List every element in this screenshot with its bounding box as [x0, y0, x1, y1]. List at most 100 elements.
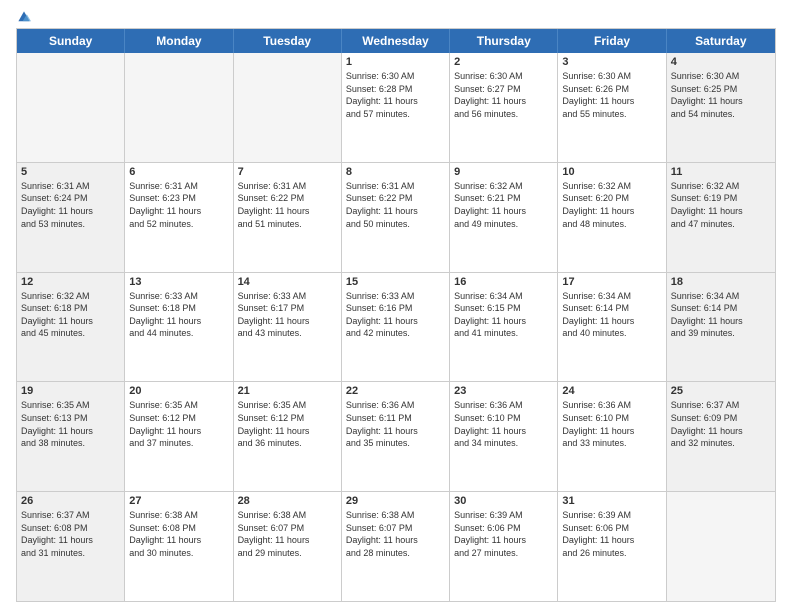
- calendar-cell: 3Sunrise: 6:30 AMSunset: 6:26 PMDaylight…: [558, 53, 666, 162]
- day-number: 21: [238, 385, 337, 397]
- calendar-cell: 2 Sunrise: 6:30 AMSunset: 6:27 PMDaylight…: [450, 53, 558, 162]
- calendar-cell: 26 Sunrise: 6:37 AMSunset: 6:08 PMDayligh…: [17, 492, 125, 601]
- cell-info: Sunrise: 6:35 AMSunset: 6:12 PMDaylight:…: [238, 399, 337, 449]
- cell-info: Sunrise: 6:32 AMSunset: 6:20 PMDaylight:…: [562, 180, 661, 230]
- cell-info: Sunrise: 6:36 AMSunset: 6:10 PMDaylight:…: [562, 399, 661, 449]
- page: SundayMondayTuesdayWednesdayThursdayFrid…: [0, 0, 792, 612]
- day-number: 7: [238, 166, 337, 178]
- calendar-cell: 1 Sunrise: 6:30 AMSunset: 6:28 PMDaylight…: [342, 53, 450, 162]
- cell-info: Sunrise: 6:34 AMSunset: 6:14 PMDaylight:…: [671, 290, 771, 340]
- calendar-cell: 4Sunrise: 6:30 AMSunset: 6:25 PMDaylight…: [667, 53, 775, 162]
- day-number: 19: [21, 385, 120, 397]
- day-number: 1: [346, 56, 445, 68]
- calendar-row: 12 Sunrise: 6:32 AMSunset: 6:18 PMDayligh…: [17, 273, 775, 383]
- calendar-row: 26 Sunrise: 6:37 AMSunset: 6:08 PMDayligh…: [17, 492, 775, 601]
- cell-info: Sunrise: 6:30 AMSunset: 6:25 PMDaylight:…: [671, 70, 771, 120]
- day-number: 5: [21, 166, 120, 178]
- calendar-header-cell: Saturday: [667, 29, 775, 53]
- day-number: 14: [238, 276, 337, 288]
- cell-info: Sunrise: 6:30 AMSunset: 6:27 PMDaylight:…: [454, 70, 553, 120]
- calendar-cell: 14 Sunrise: 6:33 AMSunset: 6:17 PMDayligh…: [234, 273, 342, 382]
- cell-info: Sunrise: 6:39 AMSunset: 6:06 PMDaylight:…: [562, 509, 661, 559]
- cell-info: Sunrise: 6:36 AMSunset: 6:11 PMDaylight:…: [346, 399, 445, 449]
- day-number: 11: [671, 166, 771, 178]
- cell-info: Sunrise: 6:30 AMSunset: 6:28 PMDaylight:…: [346, 70, 445, 120]
- day-number: 17: [562, 276, 661, 288]
- calendar-cell: 17 Sunrise: 6:34 AMSunset: 6:14 PMDayligh…: [558, 273, 666, 382]
- calendar-cell: 22 Sunrise: 6:36 AMSunset: 6:11 PMDayligh…: [342, 382, 450, 491]
- day-number: 20: [129, 385, 228, 397]
- calendar-cell: 10 Sunrise: 6:32 AMSunset: 6:20 PMDayligh…: [558, 163, 666, 272]
- calendar-header-cell: Friday: [558, 29, 666, 53]
- calendar-header-row: SundayMondayTuesdayWednesdayThursdayFrid…: [17, 29, 775, 53]
- cell-info: Sunrise: 6:38 AMSunset: 6:08 PMDaylight:…: [129, 509, 228, 559]
- day-number: 25: [671, 385, 771, 397]
- cell-info: Sunrise: 6:32 AMSunset: 6:19 PMDaylight:…: [671, 180, 771, 230]
- cell-info: Sunrise: 6:34 AMSunset: 6:14 PMDaylight:…: [562, 290, 661, 340]
- calendar-cell: [17, 53, 125, 162]
- calendar-header-cell: Wednesday: [342, 29, 450, 53]
- day-number: 28: [238, 495, 337, 507]
- cell-info: Sunrise: 6:36 AMSunset: 6:10 PMDaylight:…: [454, 399, 553, 449]
- day-number: 13: [129, 276, 228, 288]
- cell-info: Sunrise: 6:35 AMSunset: 6:12 PMDaylight:…: [129, 399, 228, 449]
- cell-info: Sunrise: 6:34 AMSunset: 6:15 PMDaylight:…: [454, 290, 553, 340]
- day-number: 27: [129, 495, 228, 507]
- cell-info: Sunrise: 6:38 AMSunset: 6:07 PMDaylight:…: [238, 509, 337, 559]
- day-number: 26: [21, 495, 120, 507]
- cell-info: Sunrise: 6:38 AMSunset: 6:07 PMDaylight:…: [346, 509, 445, 559]
- calendar-cell: 20 Sunrise: 6:35 AMSunset: 6:12 PMDayligh…: [125, 382, 233, 491]
- calendar-row: 1 Sunrise: 6:30 AMSunset: 6:28 PMDaylight…: [17, 53, 775, 163]
- calendar-cell: 11 Sunrise: 6:32 AMSunset: 6:19 PMDayligh…: [667, 163, 775, 272]
- day-number: 23: [454, 385, 553, 397]
- day-number: 29: [346, 495, 445, 507]
- cell-info: Sunrise: 6:31 AMSunset: 6:22 PMDaylight:…: [238, 180, 337, 230]
- day-number: 18: [671, 276, 771, 288]
- calendar-cell: 12 Sunrise: 6:32 AMSunset: 6:18 PMDayligh…: [17, 273, 125, 382]
- day-number: 16: [454, 276, 553, 288]
- calendar-cell: 23 Sunrise: 6:36 AMSunset: 6:10 PMDayligh…: [450, 382, 558, 491]
- calendar-cell: 5 Sunrise: 6:31 AMSunset: 6:24 PMDaylight…: [17, 163, 125, 272]
- cell-info: Sunrise: 6:37 AMSunset: 6:08 PMDaylight:…: [21, 509, 120, 559]
- day-number: 30: [454, 495, 553, 507]
- calendar-cell: [125, 53, 233, 162]
- calendar-cell: 31 Sunrise: 6:39 AMSunset: 6:06 PMDayligh…: [558, 492, 666, 601]
- cell-info: Sunrise: 6:33 AMSunset: 6:17 PMDaylight:…: [238, 290, 337, 340]
- calendar-cell: 19Sunrise: 6:35 AMSunset: 6:13 PMDayligh…: [17, 382, 125, 491]
- logo-icon: [17, 10, 31, 24]
- day-number: 15: [346, 276, 445, 288]
- day-number: 12: [21, 276, 120, 288]
- calendar-cell: 7 Sunrise: 6:31 AMSunset: 6:22 PMDaylight…: [234, 163, 342, 272]
- cell-info: Sunrise: 6:31 AMSunset: 6:23 PMDaylight:…: [129, 180, 228, 230]
- calendar-cell: 27 Sunrise: 6:38 AMSunset: 6:08 PMDayligh…: [125, 492, 233, 601]
- calendar-row: 19Sunrise: 6:35 AMSunset: 6:13 PMDayligh…: [17, 382, 775, 492]
- cell-info: Sunrise: 6:39 AMSunset: 6:06 PMDaylight:…: [454, 509, 553, 559]
- calendar-row: 5 Sunrise: 6:31 AMSunset: 6:24 PMDaylight…: [17, 163, 775, 273]
- calendar-header-cell: Sunday: [17, 29, 125, 53]
- calendar-cell: 8Sunrise: 6:31 AMSunset: 6:22 PMDaylight…: [342, 163, 450, 272]
- day-number: 22: [346, 385, 445, 397]
- calendar-header-cell: Monday: [125, 29, 233, 53]
- calendar-cell: 25 Sunrise: 6:37 AMSunset: 6:09 PMDayligh…: [667, 382, 775, 491]
- calendar-cell: 21 Sunrise: 6:35 AMSunset: 6:12 PMDayligh…: [234, 382, 342, 491]
- calendar-cell: 29 Sunrise: 6:38 AMSunset: 6:07 PMDayligh…: [342, 492, 450, 601]
- calendar-header-cell: Thursday: [450, 29, 558, 53]
- day-number: 2: [454, 56, 553, 68]
- cell-info: Sunrise: 6:31 AMSunset: 6:22 PMDaylight:…: [346, 180, 445, 230]
- calendar-cell: 9Sunrise: 6:32 AMSunset: 6:21 PMDaylight…: [450, 163, 558, 272]
- calendar-cell: 28 Sunrise: 6:38 AMSunset: 6:07 PMDayligh…: [234, 492, 342, 601]
- header: [16, 10, 776, 22]
- day-number: 31: [562, 495, 661, 507]
- calendar-cell: 24Sunrise: 6:36 AMSunset: 6:10 PMDayligh…: [558, 382, 666, 491]
- day-number: 10: [562, 166, 661, 178]
- cell-info: Sunrise: 6:33 AMSunset: 6:16 PMDaylight:…: [346, 290, 445, 340]
- day-number: 6: [129, 166, 228, 178]
- calendar-cell: [667, 492, 775, 601]
- calendar-cell: [234, 53, 342, 162]
- calendar-cell: 15 Sunrise: 6:33 AMSunset: 6:16 PMDayligh…: [342, 273, 450, 382]
- cell-info: Sunrise: 6:33 AMSunset: 6:18 PMDaylight:…: [129, 290, 228, 340]
- cell-info: Sunrise: 6:37 AMSunset: 6:09 PMDaylight:…: [671, 399, 771, 449]
- cell-info: Sunrise: 6:32 AMSunset: 6:18 PMDaylight:…: [21, 290, 120, 340]
- cell-info: Sunrise: 6:31 AMSunset: 6:24 PMDaylight:…: [21, 180, 120, 230]
- day-number: 3: [562, 56, 661, 68]
